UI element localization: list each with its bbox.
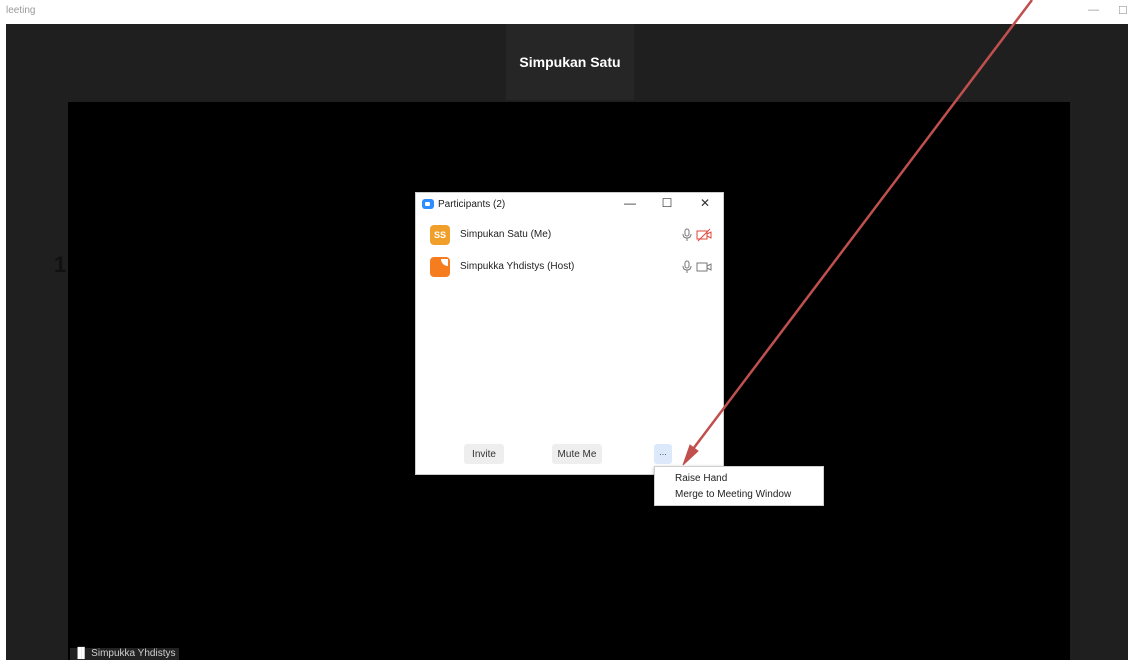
participant-row-host[interactable]: Simpukka Yhdistys (Host) (430, 257, 712, 279)
panel-close-button[interactable]: ✕ (696, 196, 714, 210)
mic-icon[interactable] (680, 228, 694, 242)
participants-panel-header: Participants (2) — ☐ ✕ (416, 193, 723, 215)
avatar (430, 257, 450, 277)
more-options-button[interactable]: ... (654, 444, 672, 464)
mic-icon[interactable] (680, 260, 694, 274)
video-name-label: ▐▌ Simpukka Yhdistys (70, 648, 180, 660)
window-titlebar: leeting — ☐ (0, 0, 1128, 24)
active-speaker-name: Simpukan Satu (506, 24, 634, 100)
menu-item-merge-window[interactable]: Merge to Meeting Window (675, 489, 791, 500)
video-off-icon[interactable] (696, 228, 712, 242)
participants-panel-title: Participants (2) (438, 199, 506, 210)
invite-button[interactable]: Invite (464, 444, 504, 464)
edge-number: 1 (54, 252, 67, 277)
video-name-text: Simpukka Yhdistys (91, 648, 176, 659)
mute-me-button[interactable]: Mute Me (552, 444, 602, 464)
video-icon[interactable] (696, 260, 712, 274)
participant-name: Simpukka Yhdistys (Host) (460, 261, 575, 272)
avatar: SS (430, 225, 450, 245)
participants-panel: Participants (2) — ☐ ✕ SS Simpukan Satu … (415, 192, 724, 475)
window-maximize-button[interactable]: ☐ (1118, 4, 1128, 17)
zoom-logo-icon (422, 199, 434, 209)
participant-name: Simpukan Satu (Me) (460, 229, 552, 240)
signal-icon: ▐▌ (74, 648, 89, 659)
menu-item-raise-hand[interactable]: Raise Hand (675, 473, 727, 484)
window-minimize-button[interactable]: — (1088, 4, 1099, 16)
participant-row-me[interactable]: SS Simpukan Satu (Me) (430, 225, 712, 247)
panel-maximize-button[interactable]: ☐ (658, 196, 676, 210)
panel-minimize-button[interactable]: — (621, 196, 639, 210)
window-title: leeting (6, 5, 36, 16)
more-options-menu: Raise Hand Merge to Meeting Window (654, 466, 824, 506)
